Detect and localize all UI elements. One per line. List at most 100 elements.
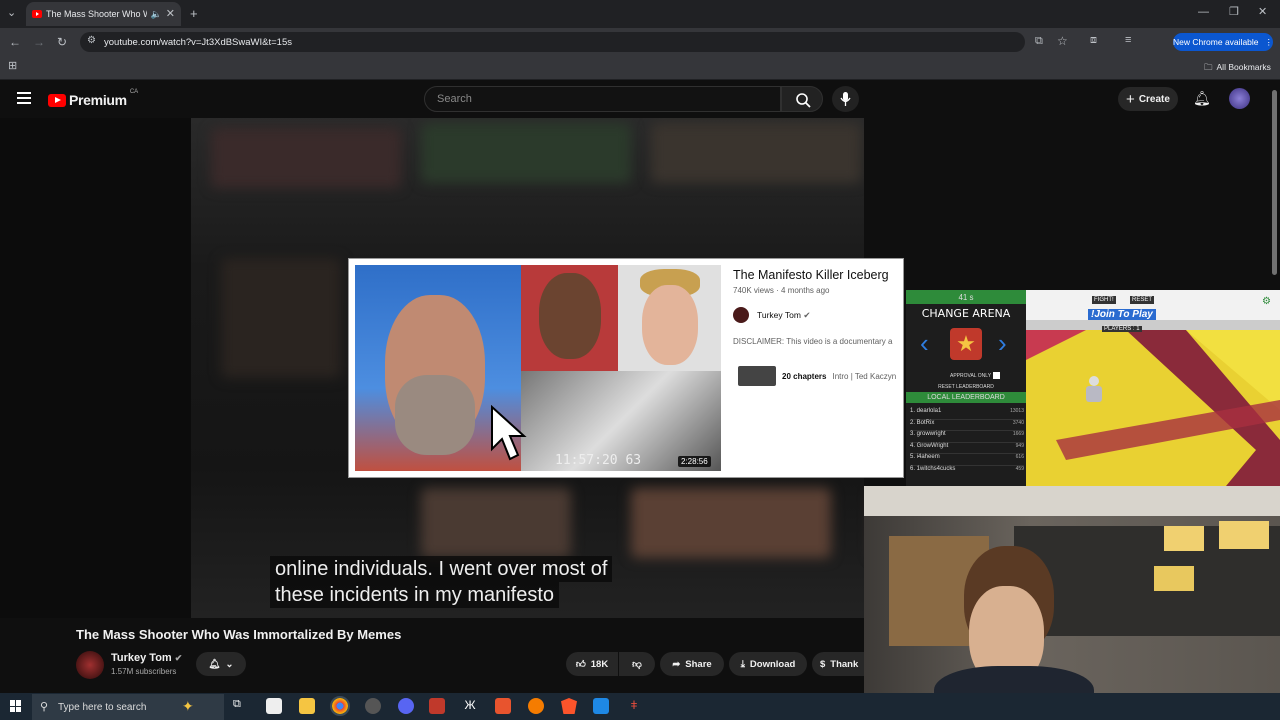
share-label: Share xyxy=(685,658,712,670)
thanks-button[interactable]: $ Thank xyxy=(812,652,864,676)
hamburger-menu-icon[interactable] xyxy=(17,92,31,104)
chrome-icon[interactable] xyxy=(330,696,350,716)
channel-avatar[interactable] xyxy=(76,651,104,679)
mouse-cursor-icon xyxy=(491,405,527,461)
settings-gear-icon[interactable]: ⚙ xyxy=(1262,296,1271,307)
vscode-icon[interactable] xyxy=(593,698,609,714)
plus-icon: + xyxy=(1126,90,1135,108)
chapters-detail: Intro | Ted Kaczyn xyxy=(832,371,897,381)
arena-next-arrow-icon[interactable]: › xyxy=(998,328,1007,359)
search-button[interactable] xyxy=(781,86,823,112)
reading-list-icon[interactable]: ≡ xyxy=(1125,35,1131,46)
taskbar-search-input[interactable]: ⚲ Type here to search ✦ xyxy=(32,694,224,720)
search-input[interactable]: Search xyxy=(424,86,781,112)
share-button[interactable]: ➦ Share xyxy=(660,652,724,676)
browser-tab-bar: ⌄ The Mass Shooter Who Wa 🔈 ✕ + — ❐ ✕ xyxy=(0,0,1280,28)
minimize-icon[interactable]: — xyxy=(1198,7,1209,18)
card-description: DISCLAIMER: This video is a documentary … xyxy=(733,337,893,346)
duration-badge: 2:28:56 xyxy=(678,456,711,467)
leaderboard-row: 3. growwright 1669 xyxy=(910,431,1024,443)
chapter-thumbnail xyxy=(738,366,776,386)
approval-checkbox[interactable] xyxy=(993,372,1000,379)
arena-timer-text: 41 s xyxy=(958,292,974,302)
card-title[interactable]: The Manifesto Killer Iceberg xyxy=(733,268,889,282)
app-icon-last[interactable]: ǂ xyxy=(626,698,642,714)
video-preview-card: 11:57:20 63 2:28:56 The Manifesto Killer… xyxy=(348,258,904,478)
channel-name[interactable]: Turkey Tom ✔ xyxy=(111,652,182,664)
brave-icon[interactable] xyxy=(561,698,577,714)
reset-leaderboard-button[interactable]: RESET LEADERBOARD xyxy=(906,384,1026,390)
portrait-2 xyxy=(521,265,618,371)
arena-panel: 41 s CHANGE ARENA ‹ ★ › APPROVAL ONLY RE… xyxy=(906,290,1026,486)
channel-name-text: Turkey Tom xyxy=(111,652,172,664)
account-avatar[interactable] xyxy=(1229,88,1250,109)
verified-check-icon: ✔ xyxy=(803,310,811,320)
change-arena-title: CHANGE ARENA xyxy=(921,307,1011,320)
arena-prev-arrow-icon[interactable]: ‹ xyxy=(920,328,929,359)
url-field[interactable]: ⚙ youtube.com/watch?v=Jt3XdBSwaWI&t=15s xyxy=(80,32,1025,52)
card-channel-name: Turkey Tom xyxy=(757,310,801,320)
windows-start-icon[interactable] xyxy=(10,700,22,712)
file-explorer-icon[interactable] xyxy=(299,698,315,714)
all-bookmarks-button[interactable]: 🗀 All Bookmarks xyxy=(1204,62,1271,76)
app-icon-red[interactable] xyxy=(429,698,445,714)
apps-grid-icon[interactable]: ⊞ xyxy=(8,61,17,72)
leaderboard-list: 1. dearlola1 13013 2. BotRix 3740 3. groww… xyxy=(910,408,1024,478)
page-scrollbar[interactable] xyxy=(1272,90,1277,275)
game-character xyxy=(1086,376,1102,412)
app-icon-orange[interactable] xyxy=(495,698,511,714)
new-chrome-button[interactable]: New Chrome available ⋮ xyxy=(1173,33,1273,51)
speaker-icon[interactable]: 🔈 xyxy=(151,9,162,19)
notifications-bell-icon[interactable]: 🔔︎ xyxy=(1193,90,1211,107)
bookmark-star-icon[interactable]: ☆ xyxy=(1057,35,1068,47)
reload-icon[interactable]: ↻ xyxy=(57,36,67,48)
youtube-play-icon xyxy=(48,93,66,107)
subscribed-bell-button[interactable]: 🔔︎ ⌄ xyxy=(196,652,246,676)
like-button[interactable]: 👍︎ 18K xyxy=(566,652,618,676)
back-icon[interactable]: ← xyxy=(9,36,21,48)
video-captions: online individuals. I went over most of … xyxy=(270,556,613,608)
discord-icon[interactable] xyxy=(398,698,414,714)
window-close-icon[interactable]: ✕ xyxy=(1258,7,1267,18)
local-leaderboard-header: LOCAL LEADERBOARD xyxy=(906,392,1026,403)
site-info-icon[interactable]: ⚙ xyxy=(87,36,96,46)
forward-icon[interactable]: → xyxy=(33,36,45,48)
thanks-icon: $ xyxy=(820,658,826,670)
share-icon: ➦ xyxy=(672,658,681,670)
taskbar-search-placeholder: Type here to search xyxy=(58,701,147,713)
youtube-logo[interactable]: Premium CA xyxy=(48,89,138,108)
fight-button[interactable]: FIGHT! xyxy=(1092,296,1116,304)
card-channel-avatar[interactable] xyxy=(733,307,749,323)
app-icon-x[interactable]: Ж xyxy=(462,698,478,714)
leaderboard-row: 6. 1witchs4cucks 459 xyxy=(910,465,1024,472)
restore-icon[interactable]: ❐ xyxy=(1229,7,1239,18)
browser-tab[interactable]: The Mass Shooter Who Wa 🔈 ✕ xyxy=(26,2,181,26)
leaderboard-row: 1. dearlola1 13013 xyxy=(910,408,1024,420)
premium-label: Premium xyxy=(69,92,127,108)
task-view-icon[interactable]: ⧉ xyxy=(233,698,249,714)
create-label: Create xyxy=(1138,93,1170,105)
dislike-button[interactable]: 👎︎ xyxy=(619,652,655,676)
extensions-icon[interactable]: ⧈ xyxy=(1090,35,1097,46)
tab-search-icon[interactable]: ⌄ xyxy=(7,8,16,19)
taskbar-search-icon: ⚲ xyxy=(40,701,49,713)
download-button[interactable]: ⤓ Download xyxy=(729,652,807,676)
webcam-overlay xyxy=(864,486,1280,720)
new-tab-icon[interactable]: + xyxy=(190,7,198,20)
bookmarks-bar: ⊞ 🗀 All Bookmarks xyxy=(0,56,1280,80)
create-button[interactable]: + Create xyxy=(1118,87,1178,111)
caption-line-2: these incidents in my manifesto xyxy=(270,582,560,608)
blender-icon[interactable] xyxy=(528,698,544,714)
app-icon-obs[interactable] xyxy=(365,698,381,714)
game-view: FIGHT! RESET !Join To Play PLAYERS : 1 ⚙ xyxy=(1026,290,1280,486)
game-reset-button[interactable]: RESET xyxy=(1130,296,1155,304)
card-meta: 740K views · 4 months ago xyxy=(733,286,830,295)
app-icon-1[interactable] xyxy=(266,698,282,714)
install-icon[interactable]: ⧉ xyxy=(1035,36,1043,47)
tab-close-icon[interactable]: ✕ xyxy=(166,8,175,20)
leaderboard-row: 5. i4aheem 616 xyxy=(910,454,1024,466)
voice-search-button[interactable] xyxy=(832,86,859,112)
folder-icon: 🗀 xyxy=(1204,62,1213,72)
card-chapters[interactable]: 20 chapters Intro | Ted Kaczyn xyxy=(738,365,904,387)
card-channel[interactable]: Turkey Tom ✔ xyxy=(757,310,810,321)
